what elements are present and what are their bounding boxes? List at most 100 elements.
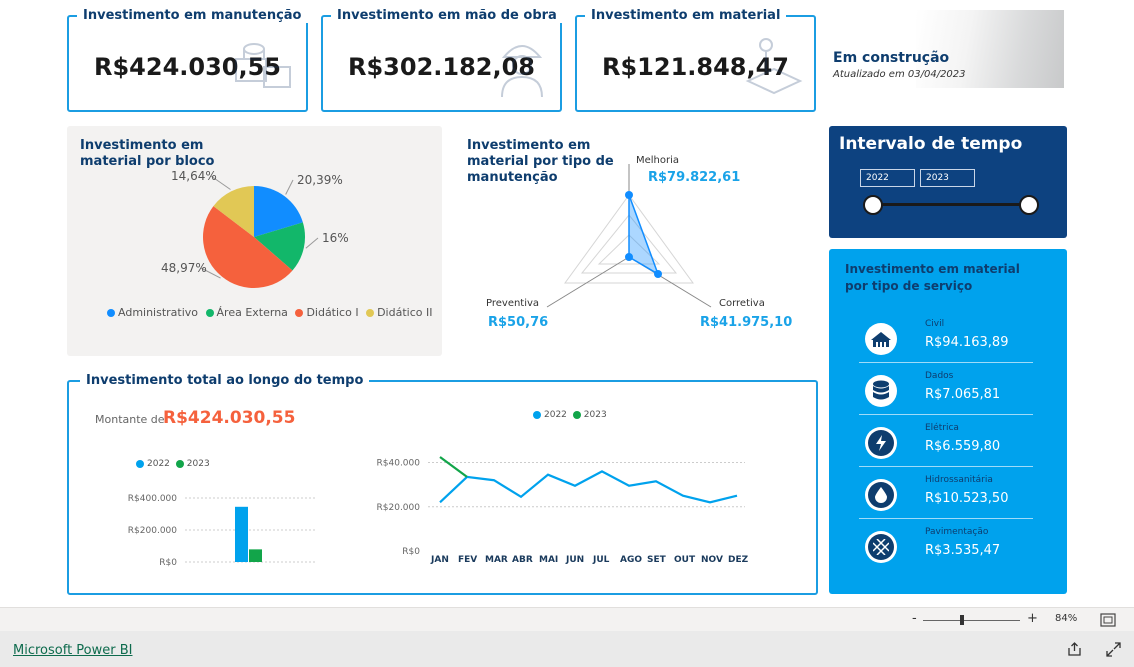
legend-item-didatico-i[interactable]: Didático I — [291, 306, 359, 319]
zoom-in-button[interactable]: + — [1027, 611, 1038, 626]
month-label: ABR — [512, 555, 533, 565]
legend-item-2022[interactable]: 2022 — [533, 410, 567, 420]
divider — [859, 518, 1033, 519]
service-row-civil: Civil R$94.163,89 — [859, 315, 1061, 367]
fullscreen-icon[interactable] — [1106, 642, 1121, 657]
time-range-handle-start[interactable] — [863, 195, 883, 215]
month-label: JUN — [566, 555, 585, 565]
legend-dot — [533, 410, 541, 419]
service-value: R$6.559,80 — [925, 439, 1001, 454]
service-value: R$94.163,89 — [925, 335, 1009, 350]
services-title-line1: Investimento em material — [845, 262, 1020, 276]
services-title: Investimento em material por tipo de ser… — [845, 261, 1020, 295]
bar-tick-label: R$400.000 — [128, 494, 177, 504]
line-tick-label: R$40.000 — [377, 459, 421, 469]
power-bi-link[interactable]: Microsoft Power BI — [13, 643, 132, 658]
service-name: Hidrossanitária — [925, 475, 993, 485]
time-range-track — [873, 203, 1030, 206]
service-name: Civil — [925, 319, 945, 329]
line-tick-label: R$0 — [402, 547, 420, 557]
construction-worker-icon — [501, 45, 543, 98]
radar-top-value: R$79.822,61 — [648, 170, 741, 185]
bar-2022[interactable] — [235, 506, 248, 562]
radar-point-preventiva[interactable] — [625, 253, 633, 261]
amount-value: R$424.030,55 — [163, 408, 296, 428]
service-row-eletrica: Elétrica R$6.559,80 — [859, 419, 1061, 471]
radar-title-line1: Investimento em — [467, 138, 591, 153]
month-label: JUL — [593, 555, 610, 565]
pie-data-label: 48,97% — [161, 261, 207, 275]
radar-area — [628, 194, 660, 276]
month-label: SET — [647, 555, 666, 565]
kpi-card-labor: Investimento em mão de obra R$302.182,08 — [321, 8, 563, 112]
month-label: MAI — [539, 555, 559, 565]
status-title: Em construção — [833, 50, 950, 66]
service-name: Dados — [925, 371, 954, 381]
legend-dot — [175, 459, 184, 468]
legend-dot — [366, 309, 375, 317]
zoom-level: 84% — [1055, 613, 1078, 624]
time-range-handle-end[interactable] — [1019, 195, 1039, 215]
zoom-slider-thumb[interactable] — [960, 615, 964, 625]
pie-legend: Administrativo Área Externa Didático I D… — [107, 306, 432, 319]
bar-2023[interactable] — [249, 549, 262, 562]
legend-item-administrativo[interactable]: Administrativo — [107, 306, 198, 319]
pie-data-label: 20,39% — [297, 173, 343, 187]
building-materials-icon — [235, 43, 291, 88]
services-title-line2: por tipo de serviço — [845, 279, 973, 293]
service-name: Elétrica — [925, 423, 959, 433]
legend-dot — [295, 309, 304, 317]
zoom-slider-track[interactable] — [923, 620, 1020, 621]
line-chart[interactable]: R$40.000 R$20.000 R$0 — [370, 445, 770, 570]
month-label: OUT — [674, 555, 696, 565]
total-title: Investimento total ao longo do tempo — [80, 373, 370, 388]
paving-icon — [865, 531, 897, 563]
line-series-2022[interactable] — [439, 470, 738, 504]
bar-legend: 2022 2023 — [136, 459, 210, 469]
month-label: MAR — [485, 555, 508, 565]
divider — [859, 362, 1033, 363]
month-label: FEV — [458, 555, 478, 565]
pie-data-label: 16% — [322, 231, 349, 245]
kpi-title: Investimento em manutenção — [77, 8, 308, 23]
zoom-bar: - + 84% — [0, 607, 1134, 631]
service-value: R$10.523,50 — [925, 491, 1009, 506]
month-label: NOV — [701, 555, 723, 565]
services-panel: Investimento em material por tipo de ser… — [829, 249, 1067, 594]
legend-item-2023[interactable]: 2023 — [173, 459, 210, 469]
radar-point-melhoria[interactable] — [625, 191, 633, 199]
divider — [859, 414, 1033, 415]
crane-materials-icon — [745, 38, 803, 95]
month-label: DEZ — [728, 555, 749, 565]
legend-label: 2023 — [186, 459, 210, 469]
building-icon — [865, 323, 897, 355]
water-drop-icon — [865, 479, 897, 511]
line-series-2023[interactable] — [439, 456, 468, 478]
divider — [859, 466, 1033, 467]
service-value: R$7.065,81 — [925, 387, 1001, 402]
legend-dot — [205, 309, 214, 317]
radar-point-corretiva[interactable] — [654, 270, 662, 278]
legend-item-2022[interactable]: 2022 — [136, 459, 170, 469]
legend-item-2023[interactable]: 2023 — [570, 410, 607, 420]
legend-label: 2023 — [583, 410, 607, 420]
share-icon[interactable] — [1067, 642, 1082, 657]
legend-item-area-externa[interactable]: Área Externa — [202, 306, 288, 319]
fit-page-icon[interactable] — [1100, 613, 1116, 627]
kpi-card-material: Investimento em material R$121.848,47 — [575, 8, 816, 112]
pie-chart[interactable]: 20,39% 16% 48,97% 14,64% — [67, 126, 442, 356]
amount-label: Montante de — [95, 413, 165, 426]
app-footer: Microsoft Power BI — [0, 631, 1134, 667]
bar-chart[interactable]: R$400.000 R$200.000 R$0 — [120, 485, 320, 575]
time-range-from-input[interactable]: 2022 — [860, 169, 915, 187]
pie-leader-line — [305, 237, 319, 249]
kpi-title: Investimento em mão de obra — [331, 8, 563, 23]
service-row-hidrossanitaria: Hidrossanitária R$10.523,50 — [859, 471, 1061, 523]
pie-panel: Investimento em material por bloco 20,39… — [67, 126, 442, 356]
legend-item-didatico-ii[interactable]: Didático II — [362, 306, 432, 319]
legend-label: Administrativo — [118, 306, 199, 319]
zoom-out-button[interactable]: - — [912, 611, 917, 626]
bar-tick-label: R$0 — [159, 558, 177, 568]
time-range-to-input[interactable]: 2023 — [920, 169, 975, 187]
line-tick-label: R$20.000 — [377, 503, 421, 513]
